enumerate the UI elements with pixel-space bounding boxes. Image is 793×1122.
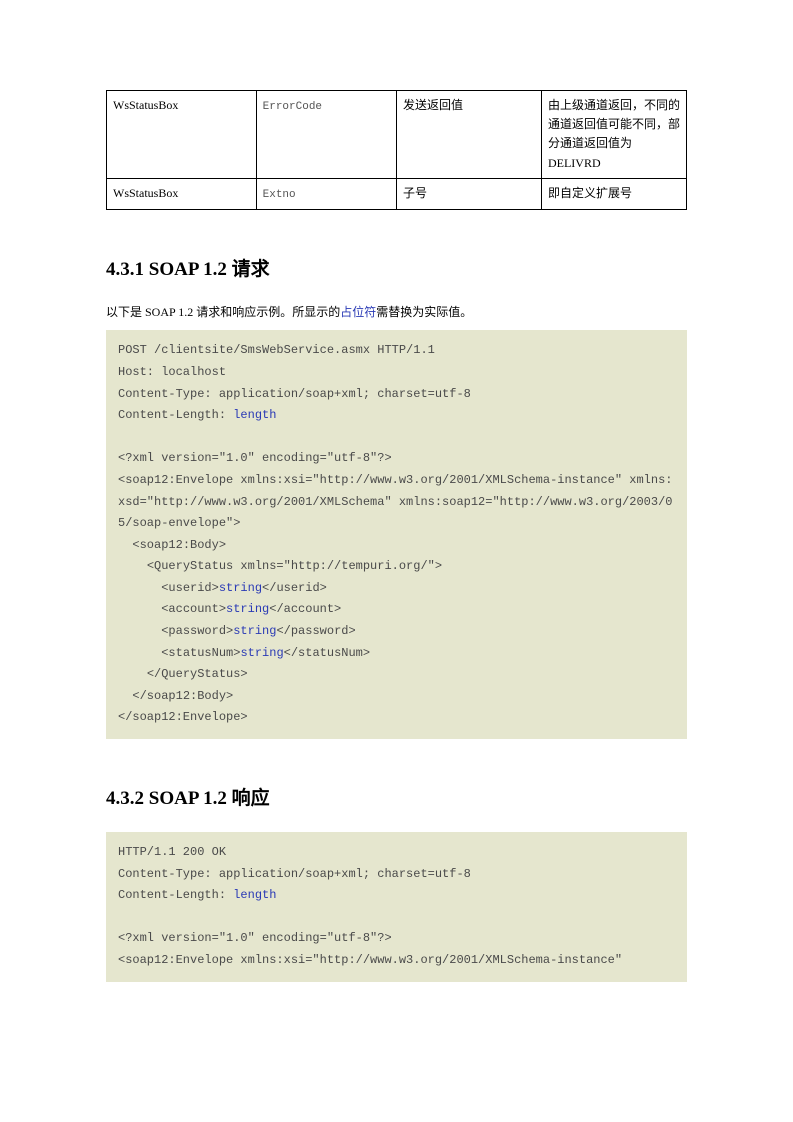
soap-request-code: POST /clientsite/SmsWebService.asmx HTTP… xyxy=(106,330,687,739)
code-line: <?xml version="1.0" encoding="utf-8"?> xyxy=(118,931,392,945)
soap-response-code: HTTP/1.1 200 OK Content-Type: applicatio… xyxy=(106,832,687,982)
code-line: </statusNum> xyxy=(284,646,370,660)
code-line: <soap12:Envelope xmlns:xsi="http://www.w… xyxy=(118,473,673,530)
cell-field: ErrorCode xyxy=(256,91,396,179)
code-line: </password> xyxy=(276,624,355,638)
status-table: WsStatusBox ErrorCode 发送返回值 由上级通道返回，不同的通… xyxy=(106,90,687,210)
code-line: <password> xyxy=(118,624,233,638)
code-placeholder: string xyxy=(233,624,276,638)
code-line: <statusNum> xyxy=(118,646,240,660)
code-line: <?xml version="1.0" encoding="utf-8"?> xyxy=(118,451,392,465)
cell-desc: 由上级通道返回，不同的通道返回值可能不同，部分通道返回值为 DELIVRD xyxy=(541,91,686,179)
code-line: Content-Type: application/soap+xml; char… xyxy=(118,867,471,881)
table-row: WsStatusBox ErrorCode 发送返回值 由上级通道返回，不同的通… xyxy=(107,91,687,179)
code-line: HTTP/1.1 200 OK xyxy=(118,845,226,859)
heading-soap-request: 4.3.1 SOAP 1.2 请求 xyxy=(106,254,687,281)
intro-suffix: 需替换为实际值。 xyxy=(376,305,472,319)
code-placeholder: length xyxy=(233,888,276,902)
code-line: </userid> xyxy=(262,581,327,595)
intro-prefix: 以下是 SOAP 1.2 请求和响应示例。所显示的 xyxy=(106,305,340,319)
code-line: Host: localhost xyxy=(118,365,226,379)
cell-class: WsStatusBox xyxy=(107,91,257,179)
code-line: Content-Length: xyxy=(118,408,233,422)
code-line: <userid> xyxy=(118,581,219,595)
code-line: </soap12:Body> xyxy=(118,689,233,703)
cell-field: Extno xyxy=(256,178,396,210)
code-placeholder: string xyxy=(240,646,283,660)
code-line: <account> xyxy=(118,602,226,616)
placeholder-link[interactable]: 占位符 xyxy=(340,305,376,319)
code-line: Content-Length: xyxy=(118,888,233,902)
cell-class: WsStatusBox xyxy=(107,178,257,210)
table-row: WsStatusBox Extno 子号 即自定义扩展号 xyxy=(107,178,687,210)
code-line: Content-Type: application/soap+xml; char… xyxy=(118,387,471,401)
heading-soap-response: 4.3.2 SOAP 1.2 响应 xyxy=(106,783,687,810)
cell-label: 子号 xyxy=(396,178,541,210)
cell-desc: 即自定义扩展号 xyxy=(541,178,686,210)
code-line: POST /clientsite/SmsWebService.asmx HTTP… xyxy=(118,343,435,357)
intro-text: 以下是 SOAP 1.2 请求和响应示例。所显示的占位符需替换为实际值。 xyxy=(106,303,687,320)
code-line: </soap12:Envelope> xyxy=(118,710,248,724)
cell-label: 发送返回值 xyxy=(396,91,541,179)
code-line: <QueryStatus xmlns="http://tempuri.org/"… xyxy=(118,559,442,573)
code-line: <soap12:Body> xyxy=(118,538,226,552)
code-placeholder: string xyxy=(219,581,262,595)
code-placeholder: length xyxy=(233,408,276,422)
code-placeholder: string xyxy=(226,602,269,616)
code-line: <soap12:Envelope xmlns:xsi="http://www.w… xyxy=(118,953,629,967)
code-line: </QueryStatus> xyxy=(118,667,248,681)
code-line: </account> xyxy=(269,602,341,616)
